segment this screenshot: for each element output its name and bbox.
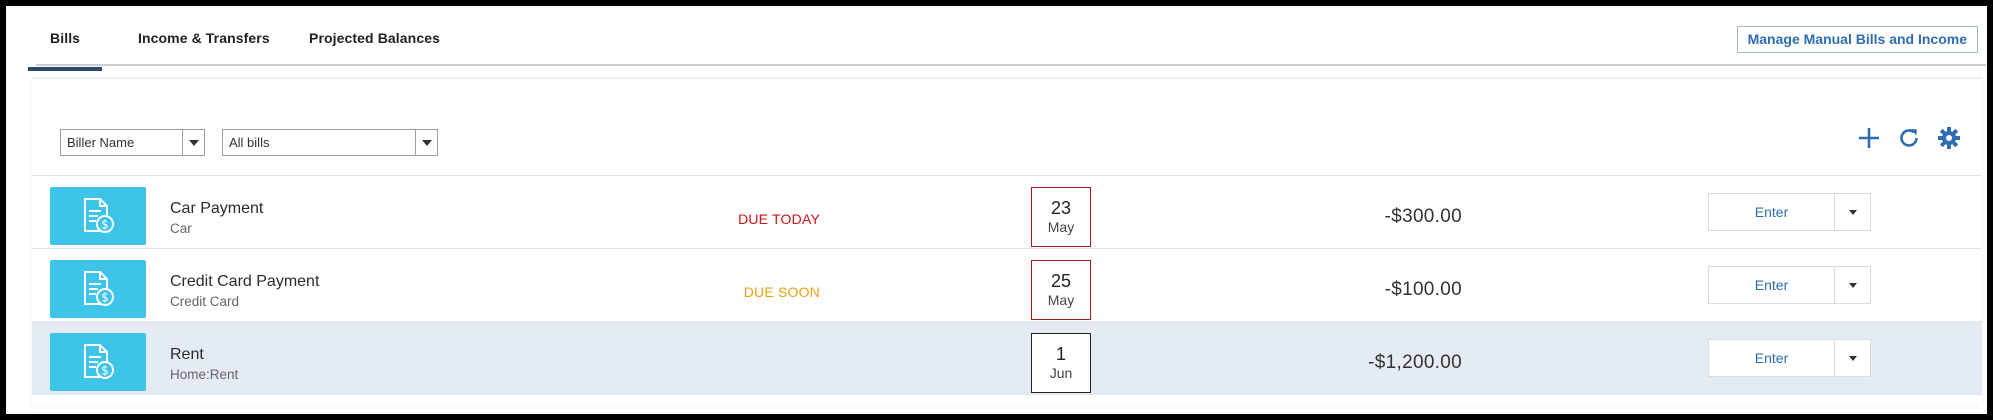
- manage-manual-bills-button[interactable]: Manage Manual Bills and Income: [1736, 26, 1978, 53]
- enter-button[interactable]: Enter: [1709, 267, 1834, 303]
- due-status-label: DUE SOON: [743, 284, 820, 300]
- tab-projected-balances[interactable]: Projected Balances: [309, 30, 440, 46]
- refresh-icon[interactable]: [1894, 123, 1924, 153]
- bill-amount: -$100.00: [1384, 279, 1462, 300]
- bill-amount: -$1,200.00: [1368, 352, 1462, 373]
- chevron-down-icon: [415, 130, 437, 155]
- plus-icon[interactable]: [1854, 123, 1884, 153]
- enter-button[interactable]: Enter: [1709, 340, 1834, 376]
- due-date-day: 23: [1050, 198, 1072, 218]
- tab-bar: Bills Income & Transfers Projected Balan…: [27, 16, 1986, 71]
- due-date-box: 25 May: [1031, 260, 1091, 320]
- chevron-down-icon[interactable]: [1834, 267, 1870, 303]
- bill-name: Credit Card Payment: [170, 273, 320, 290]
- bill-category: Credit Card: [170, 294, 240, 309]
- svg-text:$: $: [101, 291, 109, 305]
- bill-name: Rent: [170, 346, 204, 363]
- window-frame: Bills Income & Transfers Projected Balan…: [0, 0, 1993, 420]
- bill-amount: -$300.00: [1384, 206, 1462, 227]
- bill-name: Car Payment: [170, 200, 264, 217]
- sort-select-value: Biller Name: [67, 135, 135, 150]
- due-date-month: Jun: [1049, 365, 1073, 381]
- due-date-month: May: [1047, 292, 1075, 308]
- chevron-down-icon: [182, 130, 204, 155]
- tab-bills[interactable]: Bills: [27, 30, 103, 71]
- due-date-box: 23 May: [1031, 187, 1091, 247]
- enter-button[interactable]: Enter: [1709, 194, 1834, 230]
- bills-panel: Biller Name All bills $ Car Payment Car …: [32, 78, 1982, 406]
- bill-row[interactable]: $ Car Payment Car DUE TODAY 23 May -$300…: [32, 176, 1982, 249]
- toolbar: [1854, 123, 1964, 153]
- bill-scope-select[interactable]: All bills: [222, 129, 438, 156]
- bills-list: $ Car Payment Car DUE TODAY 23 May -$300…: [32, 175, 1982, 395]
- gear-icon[interactable]: [1934, 123, 1964, 153]
- bill-row[interactable]: $ Credit Card Payment Credit Card DUE SO…: [32, 249, 1982, 322]
- bill-category: Home:Rent: [170, 367, 239, 382]
- due-date-day: 1: [1055, 344, 1066, 364]
- chevron-down-icon[interactable]: [1834, 340, 1870, 376]
- due-date-box: 1 Jun: [1031, 333, 1091, 393]
- enter-split-button: Enter: [1708, 339, 1871, 377]
- bill-document-icon[interactable]: $: [50, 187, 146, 245]
- bill-document-icon[interactable]: $: [50, 260, 146, 318]
- due-date-day: 25: [1050, 271, 1072, 291]
- bill-category: Car: [170, 221, 192, 236]
- svg-text:$: $: [101, 364, 109, 378]
- tab-income-transfers[interactable]: Income & Transfers: [138, 30, 270, 46]
- svg-text:$: $: [101, 218, 109, 232]
- chevron-down-icon[interactable]: [1834, 194, 1870, 230]
- due-date-month: May: [1047, 219, 1075, 235]
- sort-select[interactable]: Biller Name: [60, 129, 205, 156]
- bill-scope-select-value: All bills: [229, 135, 270, 150]
- enter-split-button: Enter: [1708, 193, 1871, 231]
- bill-row[interactable]: $ Rent Home:Rent 1 Jun -$1,200.00 Enter: [32, 322, 1982, 395]
- enter-split-button: Enter: [1708, 266, 1871, 304]
- bill-document-icon[interactable]: $: [50, 333, 146, 391]
- due-status-label: DUE TODAY: [738, 211, 820, 227]
